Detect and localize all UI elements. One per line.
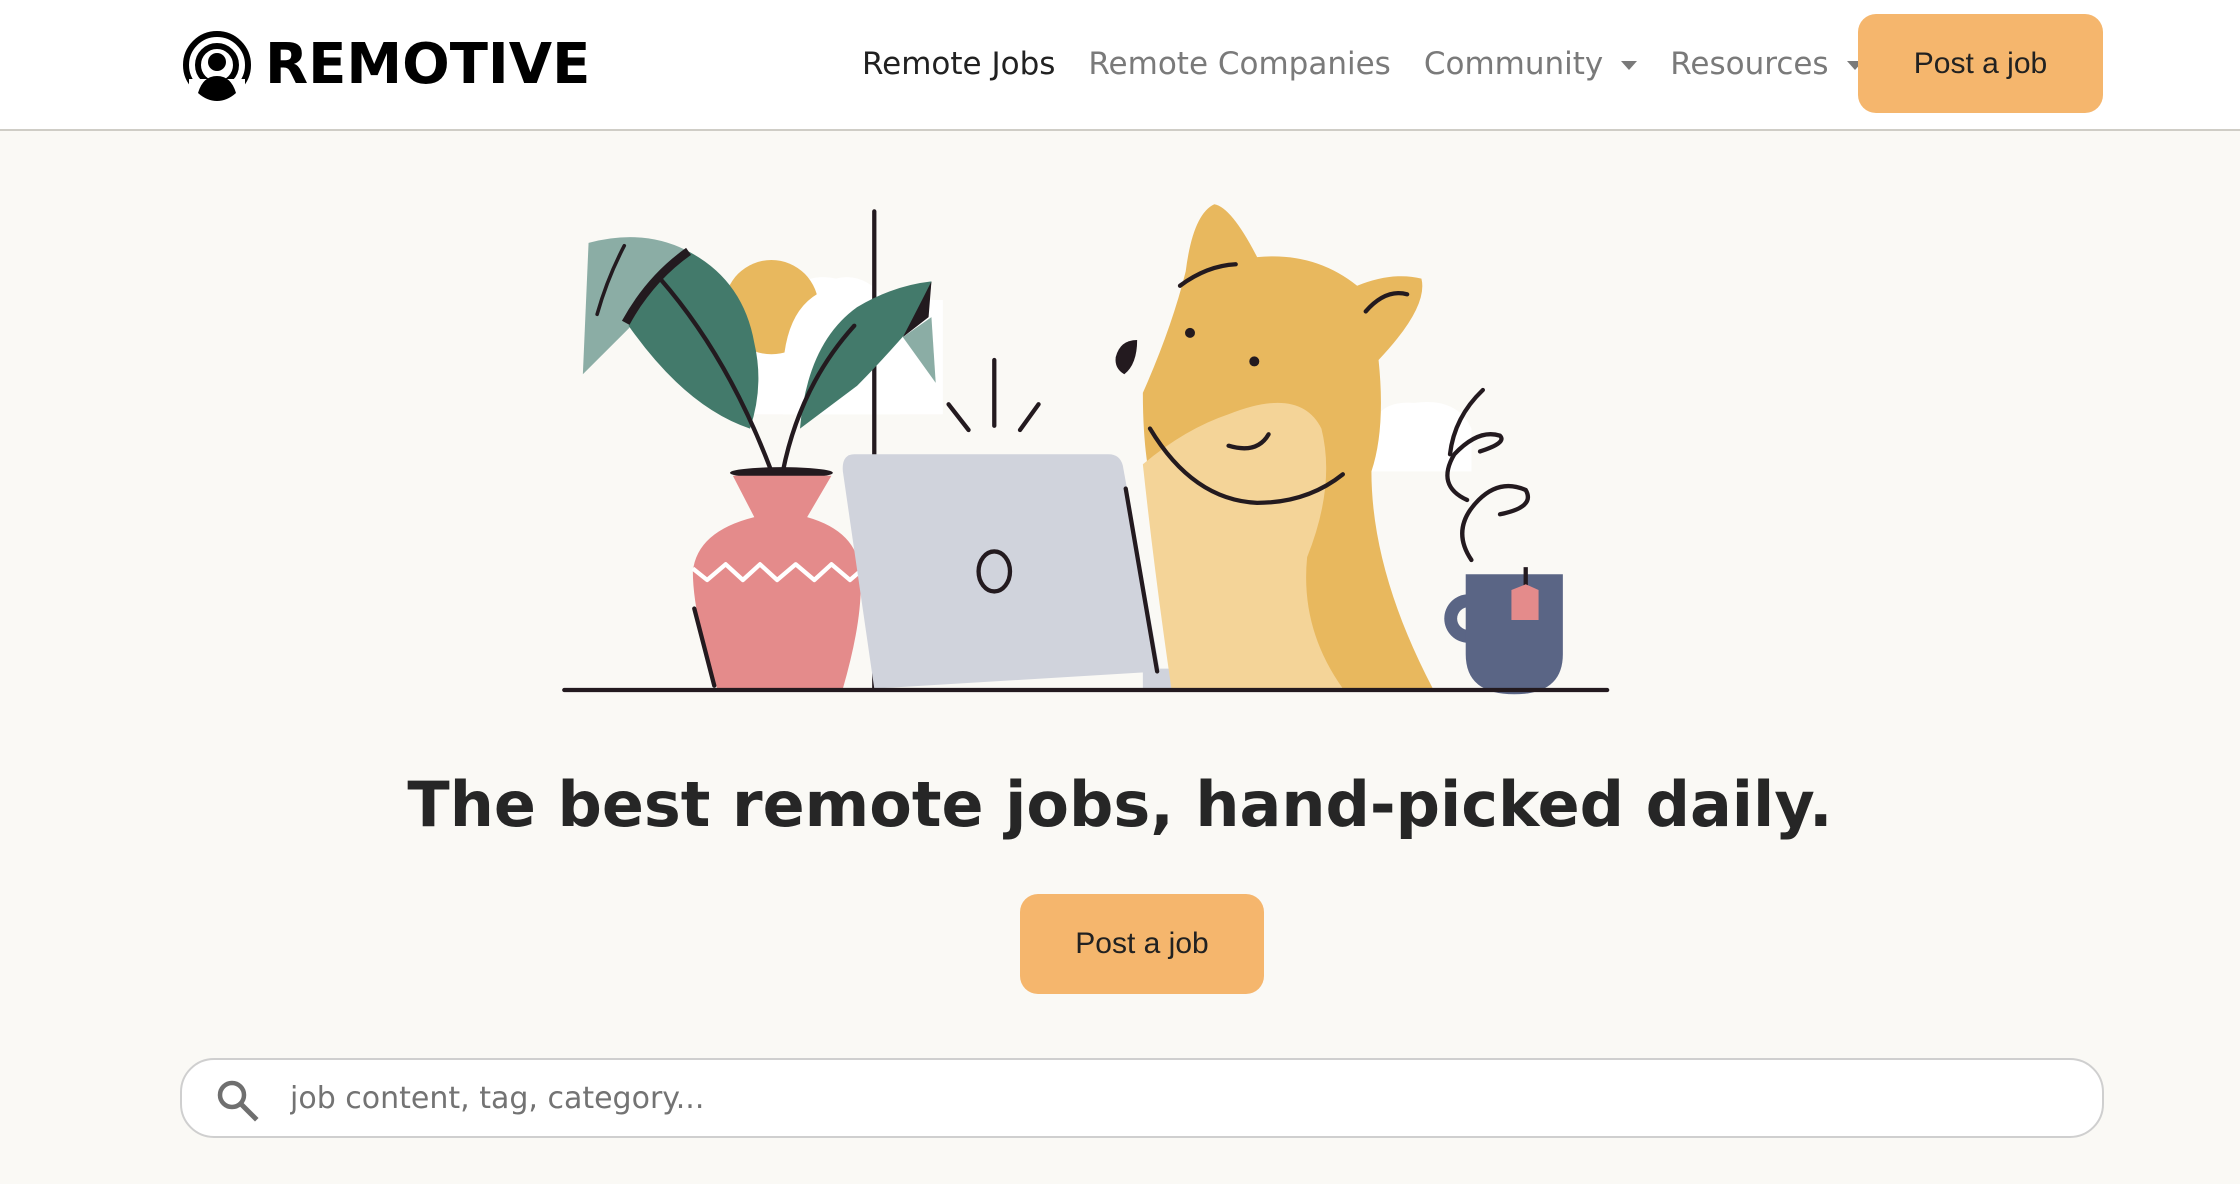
sun-shape <box>724 260 819 355</box>
hero-headline: The best remote jobs, hand-picked daily. <box>407 768 1833 841</box>
leaf-shape <box>800 281 932 429</box>
cloud-shape <box>750 277 943 415</box>
laptop-logo <box>976 549 1013 594</box>
search-icon[interactable] <box>214 1077 260 1123</box>
nav-item-remote-jobs[interactable]: Remote Jobs <box>862 46 1055 82</box>
search-bar <box>180 1058 2104 1138</box>
hero-post-job-button[interactable]: Post a job <box>1020 894 1264 994</box>
nav-item-label: Remote Jobs <box>862 46 1056 82</box>
cloud-shape <box>1371 401 1472 472</box>
nav-item-label: Resources <box>1670 46 1829 82</box>
nav-post-job-button[interactable]: Post a job <box>1858 14 2103 113</box>
dog-shape <box>1142 204 1433 689</box>
mug-shape <box>1465 574 1563 695</box>
brand-logo-link[interactable]: REMOTIVE <box>181 28 590 102</box>
nav-item-community[interactable]: Community <box>1423 46 1638 82</box>
main-nav: Remote Jobs Remote Companies Community R… <box>862 14 1896 114</box>
nav-item-resources[interactable]: Resources <box>1670 46 1863 82</box>
broadcast-person-icon <box>183 31 251 101</box>
dog-nose <box>1115 340 1138 375</box>
caret-down-icon <box>1621 60 1638 70</box>
mug-handle <box>1444 594 1493 643</box>
vase-rim <box>730 467 833 479</box>
laptop-shape <box>842 454 1160 689</box>
brand-name: REMOTIVE <box>265 32 591 97</box>
nav-item-remote-companies[interactable]: Remote Companies <box>1088 46 1390 82</box>
leaf-shape <box>582 237 686 375</box>
nav-item-label: Remote Companies <box>1088 46 1391 82</box>
search-input[interactable] <box>290 1068 2070 1128</box>
vase-shape <box>692 475 861 689</box>
nav-item-label: Community <box>1423 46 1604 82</box>
leaf-edge-line <box>621 247 692 325</box>
navbar: REMOTIVE Remote Jobs Remote Companies Co… <box>0 0 2240 131</box>
dog-chest <box>1142 402 1343 689</box>
leaf-shape <box>628 250 759 429</box>
cloud-shape <box>782 285 900 415</box>
tea-tag <box>1511 584 1539 620</box>
